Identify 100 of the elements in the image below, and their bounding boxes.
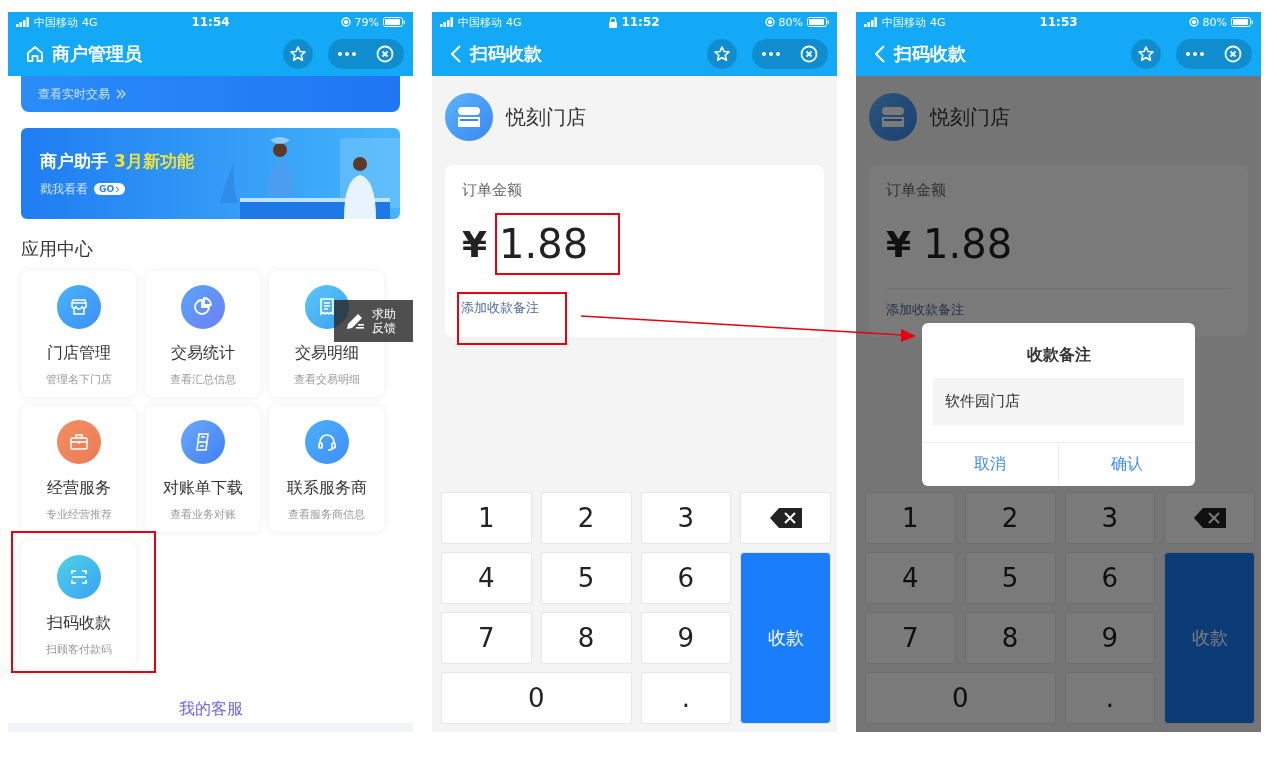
app-name: 门店管理 (46, 343, 111, 364)
rotation-lock-icon (1188, 17, 1199, 27)
submit-key[interactable]: 收款 (740, 552, 831, 724)
app-description: 专业经营推荐 (45, 507, 112, 522)
network-type: 4G (930, 15, 946, 29)
app-tile[interactable]: 经营服务 专业经营推荐 (21, 406, 136, 532)
keypad-key[interactable]: 1 (865, 492, 956, 544)
dots-icon (762, 52, 780, 56)
keypad-key[interactable]: 3 (640, 492, 732, 544)
carrier-name: 中国移动 (882, 14, 926, 30)
app-name: 交易明细 (294, 343, 359, 364)
amount-label: 订单金额 (462, 181, 523, 200)
dialog-title: 收款备注 (1026, 345, 1091, 366)
app-tile[interactable]: 门店管理 管理名下门店 (21, 271, 136, 397)
star-icon (289, 45, 307, 63)
backspace-key[interactable] (740, 492, 831, 544)
battery-percent: 80% (1202, 15, 1227, 29)
keypad-key[interactable]: 9 (640, 612, 732, 664)
keypad-key[interactable]: . (1064, 672, 1156, 724)
store-name: 悦刻门店 (930, 103, 1010, 131)
store-icon (445, 93, 493, 141)
keypad-key[interactable]: 7 (441, 612, 532, 664)
battery-icon (1231, 17, 1253, 27)
app-description: 查看交易明细 (293, 372, 360, 387)
keypad-key[interactable]: 0 (441, 672, 632, 724)
favorite-button[interactable] (707, 39, 737, 69)
app-tile[interactable]: 交易统计 查看汇总信息 (145, 271, 260, 397)
keypad-key[interactable]: 8 (964, 612, 1056, 664)
dots-icon (1186, 52, 1204, 56)
keypad-key[interactable]: 4 (865, 552, 956, 604)
dots-icon (338, 52, 356, 56)
banner-link: 戳我看看 (40, 180, 88, 198)
clock-time: 11:53 (1039, 15, 1078, 29)
battery-icon (807, 17, 829, 27)
keypad-key[interactable]: 2 (964, 492, 1056, 544)
back-icon[interactable] (450, 44, 462, 64)
keypad-key[interactable]: 5 (540, 552, 632, 604)
carrier-name: 中国移动 (34, 14, 78, 30)
lock-icon (609, 16, 618, 28)
remark-input[interactable]: 软件园门店 (933, 378, 1184, 425)
battery-percent: 80% (778, 15, 803, 29)
store-icon (869, 93, 917, 141)
feedback-button[interactable]: 求助 反馈 (334, 300, 413, 342)
keypad-key[interactable]: 1 (441, 492, 532, 544)
keypad-key[interactable]: 4 (441, 552, 532, 604)
backspace-icon (1192, 507, 1227, 529)
page-title: 商户管理员 (52, 42, 143, 66)
close-icon (800, 45, 818, 63)
network-type: 4G (506, 15, 522, 29)
close-icon (376, 45, 394, 63)
app-description: 查看汇总信息 (169, 372, 236, 387)
app-description: 查看业务对账 (169, 507, 236, 522)
close-button[interactable] (1224, 45, 1242, 63)
app-name: 联系服务商 (286, 478, 367, 499)
keypad-key[interactable]: 8 (540, 612, 632, 664)
carrier-name: 中国移动 (458, 14, 502, 30)
app-name: 交易统计 (170, 343, 235, 364)
amount-value: 1.88 (495, 213, 621, 275)
section-title: 应用中心 (21, 237, 94, 261)
star-icon (713, 45, 731, 63)
add-remark-link[interactable]: 添加收款备注 (457, 292, 567, 345)
star-icon (1137, 45, 1155, 63)
app-name: 扫码收款 (46, 613, 111, 634)
store-name: 悦刻门店 (506, 103, 586, 131)
keypad-key[interactable]: . (640, 672, 732, 724)
page-title: 扫码收款 (470, 42, 543, 66)
keypad-key[interactable]: 2 (540, 492, 632, 544)
more-button[interactable] (1186, 52, 1204, 56)
keypad-key[interactable]: 6 (1064, 552, 1156, 604)
home-icon[interactable] (26, 45, 44, 63)
keypad-key[interactable]: 5 (964, 552, 1056, 604)
keypad-key[interactable]: 0 (865, 672, 1056, 724)
more-button[interactable] (338, 52, 356, 56)
app-tile[interactable]: 联系服务商 查看服务商信息 (269, 406, 384, 532)
backspace-icon (768, 507, 803, 529)
rotation-lock-icon (764, 17, 775, 27)
promo-banner[interactable]: 商户助手 3月新功能 戳我看看 GO (21, 128, 400, 219)
amount-label: 订单金额 (886, 181, 947, 200)
close-icon (1224, 45, 1242, 63)
close-button[interactable] (800, 45, 818, 63)
close-button[interactable] (376, 45, 394, 63)
favorite-button[interactable] (1131, 39, 1161, 69)
back-icon[interactable] (874, 44, 886, 64)
amount-value: 1.88 (922, 220, 1014, 269)
battery-icon (383, 17, 405, 27)
favorite-button[interactable] (283, 39, 313, 69)
keypad-key[interactable]: 3 (1064, 492, 1156, 544)
clock-time: 11:54 (191, 15, 230, 29)
currency-symbol: ¥ (886, 223, 912, 265)
customer-service-link[interactable]: 我的客服 (178, 699, 243, 720)
rotation-lock-icon (340, 17, 351, 27)
double-chevron-icon (116, 89, 126, 99)
app-description: 管理名下门店 (45, 372, 112, 387)
keypad-key[interactable]: 7 (865, 612, 956, 664)
page-title: 扫码收款 (894, 42, 967, 66)
app-tile[interactable]: 扫码收款 扫顾客付款码 (21, 541, 136, 667)
keypad-key[interactable]: 9 (1064, 612, 1156, 664)
more-button[interactable] (762, 52, 780, 56)
keypad-key[interactable]: 6 (640, 552, 732, 604)
app-tile[interactable]: 对账单下载 查看业务对账 (145, 406, 260, 532)
